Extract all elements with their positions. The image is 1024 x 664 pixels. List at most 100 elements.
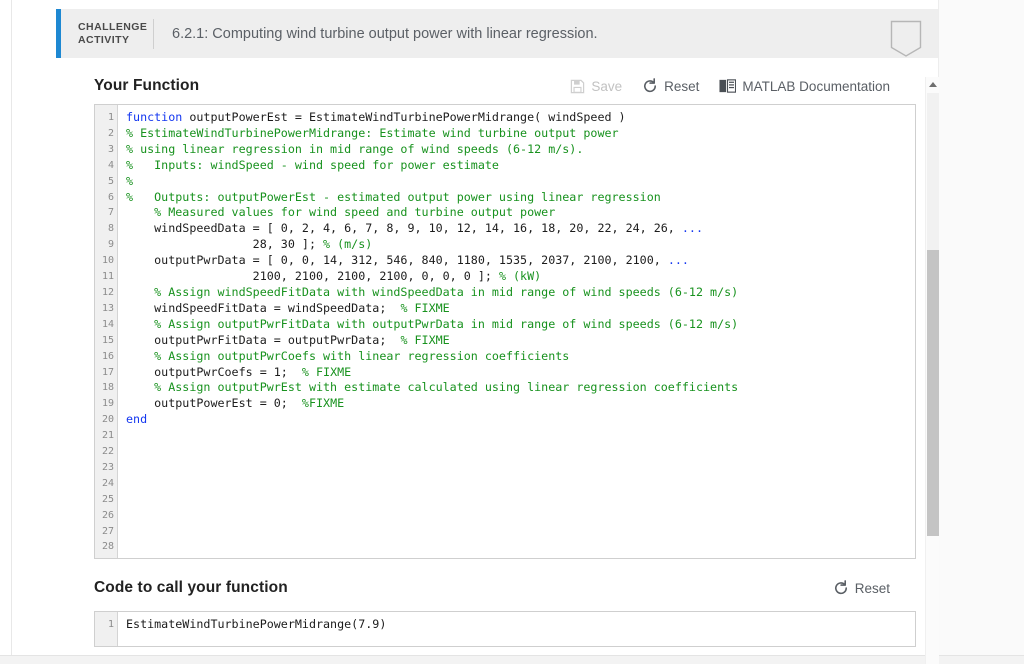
- activity-kind-label: CHALLENGE ACTIVITY: [61, 21, 153, 47]
- line-number: 4: [95, 158, 117, 174]
- code-token: % FIXME: [302, 365, 351, 379]
- book-documentation-icon: [719, 79, 736, 93]
- line-number: 24: [95, 476, 117, 492]
- code-token: %FIXME: [302, 396, 344, 410]
- header-divider: [153, 19, 154, 49]
- line-number: 14: [95, 317, 117, 333]
- line-number: 23: [95, 460, 117, 476]
- call-code-area[interactable]: EstimateWindTurbinePowerMidrange(7.9): [118, 612, 915, 646]
- reset-refresh-icon: [833, 580, 849, 596]
- reset-call-label: Reset: [855, 581, 890, 596]
- code-to-call-editor[interactable]: 1 EstimateWindTurbinePowerMidrange(7.9): [94, 611, 916, 647]
- code-line: % Assign windSpeedFitData with windSpeed…: [126, 285, 915, 301]
- line-number: 27: [95, 524, 117, 540]
- code-token: function: [126, 110, 182, 124]
- line-number: 3: [95, 142, 117, 158]
- editor-code-area[interactable]: function outputPowerEst = EstimateWindTu…: [118, 105, 915, 558]
- code-token: % Measured values for wind speed and tur…: [126, 205, 555, 219]
- code-line: outputPwrFitData = outputPwrData; % FIXM…: [126, 333, 915, 349]
- save-label: Save: [591, 79, 622, 94]
- reset-function-label: Reset: [664, 79, 699, 94]
- code-token: windSpeedData = [ 0, 2, 4, 6, 7, 8, 9, 1…: [126, 221, 682, 235]
- code-line: % Assign outputPwrFitData with outputPwr…: [126, 317, 915, 333]
- scrollbar-thumb[interactable]: [927, 250, 939, 536]
- your-function-editor[interactable]: 1234567891011121314151617181920212223242…: [94, 104, 916, 559]
- code-token: % Assign outputPwrEst with estimate calc…: [126, 380, 738, 394]
- your-function-toolbar: Save Reset: [570, 78, 916, 94]
- editor-line-number-gutter: 1234567891011121314151617181920212223242…: [95, 105, 118, 558]
- code-token: ...: [668, 253, 689, 267]
- line-number: 9: [95, 237, 117, 253]
- code-token: % Inputs: windSpeed - wind speed for pow…: [126, 158, 499, 172]
- line-number: 19: [95, 396, 117, 412]
- reset-refresh-icon: [642, 78, 658, 94]
- code-line: % using linear regression in mid range o…: [126, 142, 915, 158]
- code-token: % EstimateWindTurbinePowerMidrange: Esti…: [126, 126, 619, 140]
- code-token: % (kW): [499, 269, 541, 283]
- code-token: % (m/s): [323, 237, 372, 251]
- code-to-call-header: Code to call your function Reset: [94, 559, 916, 599]
- line-number: 1: [95, 110, 117, 126]
- call-line-number-gutter: 1: [95, 612, 118, 646]
- page-left-rule: [11, 0, 12, 664]
- scroll-up-arrow-icon[interactable]: [929, 82, 937, 87]
- line-number: 15: [95, 333, 117, 349]
- scrollbar-track[interactable]: [927, 93, 939, 250]
- code-token: %: [126, 174, 133, 188]
- activity-body: Your Function Save: [56, 58, 938, 655]
- code-line: outputPwrCoefs = 1; % FIXME: [126, 365, 915, 381]
- matlab-documentation-button[interactable]: MATLAB Documentation: [719, 79, 890, 94]
- code-line: %: [126, 174, 915, 190]
- code-token: % Outputs: outputPowerEst - estimated ou…: [126, 190, 661, 204]
- line-number: 13: [95, 301, 117, 317]
- code-token: outputPwrData = [ 0, 0, 14, 312, 546, 84…: [126, 253, 668, 267]
- line-number: 12: [95, 285, 117, 301]
- line-number: 10: [95, 253, 117, 269]
- reset-call-button[interactable]: Reset: [833, 580, 890, 596]
- code-token: 2100, 2100, 2100, 2100, 0, 0, 0 ];: [126, 269, 499, 283]
- line-number: 18: [95, 380, 117, 396]
- line-number: 2: [95, 126, 117, 142]
- line-number: 28: [95, 539, 117, 555]
- code-token: EstimateWindTurbinePowerMidrange(7.9): [126, 617, 386, 631]
- line-number: 8: [95, 221, 117, 237]
- line-number: 7: [95, 205, 117, 221]
- code-line: % Inputs: windSpeed - wind speed for pow…: [126, 158, 915, 174]
- code-to-call-toolbar: Reset: [833, 580, 916, 596]
- code-token: outputPowerEst = 0;: [126, 396, 302, 410]
- code-line: % Outputs: outputPowerEst - estimated ou…: [126, 190, 915, 206]
- bookmark-outline-icon[interactable]: [890, 20, 922, 57]
- code-line: EstimateWindTurbinePowerMidrange(7.9): [126, 617, 915, 633]
- page-bottom-strip: [0, 655, 1024, 664]
- code-line: 2100, 2100, 2100, 2100, 0, 0, 0 ]; % (kW…: [126, 269, 915, 285]
- code-line: end: [126, 412, 915, 428]
- code-line: % Assign outputPwrCoefs with linear regr…: [126, 349, 915, 365]
- line-number: 5: [95, 174, 117, 190]
- code-line: function outputPowerEst = EstimateWindTu…: [126, 110, 915, 126]
- activity-kind-line2: ACTIVITY: [78, 34, 153, 47]
- code-line: % Assign outputPwrEst with estimate calc…: [126, 380, 915, 396]
- page-root: CHALLENGE ACTIVITY 6.2.1: Computing wind…: [0, 0, 1024, 664]
- line-number: 1: [95, 617, 117, 633]
- code-token: 28, 30 ];: [126, 237, 323, 251]
- code-line: % EstimateWindTurbinePowerMidrange: Esti…: [126, 126, 915, 142]
- code-token: % FIXME: [400, 333, 449, 347]
- save-button[interactable]: Save: [570, 79, 622, 94]
- line-number: 11: [95, 269, 117, 285]
- line-number: 17: [95, 365, 117, 381]
- activity-title: 6.2.1: Computing wind turbine output pow…: [172, 26, 598, 42]
- code-token: outputPowerEst = EstimateWindTurbinePowe…: [182, 110, 625, 124]
- code-token: windSpeedFitData = windSpeedData;: [126, 301, 400, 315]
- save-floppy-icon: [570, 79, 585, 94]
- code-line: outputPwrData = [ 0, 0, 14, 312, 546, 84…: [126, 253, 915, 269]
- code-token: % Assign outputPwrCoefs with linear regr…: [126, 349, 569, 363]
- line-number: 21: [95, 428, 117, 444]
- page-scrollbar[interactable]: [925, 77, 939, 664]
- code-token: % Assign outputPwrFitData with outputPwr…: [126, 317, 738, 331]
- line-number: 22: [95, 444, 117, 460]
- reset-function-button[interactable]: Reset: [642, 78, 699, 94]
- page-right-gutter: [938, 0, 1024, 655]
- code-to-call-title: Code to call your function: [94, 579, 288, 597]
- challenge-activity-card: CHALLENGE ACTIVITY 6.2.1: Computing wind…: [56, 9, 938, 655]
- line-number: 20: [95, 412, 117, 428]
